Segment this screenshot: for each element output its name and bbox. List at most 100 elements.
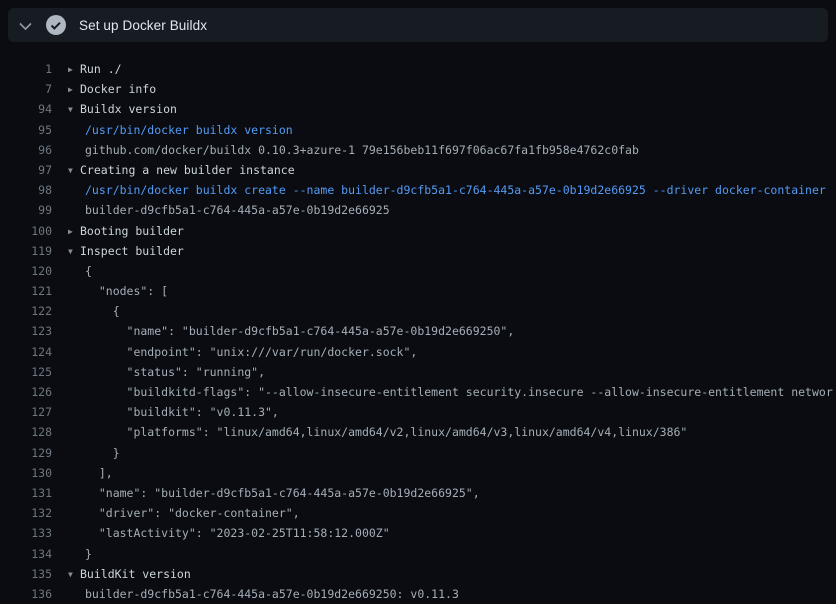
line-number[interactable]: 97	[0, 160, 52, 180]
line-body: }	[68, 544, 836, 564]
line-body: /usr/bin/docker buildx version	[68, 120, 836, 140]
output-text: builder-d9cfb5a1-c764-445a-a57e-0b19d2e6…	[85, 203, 390, 217]
line-body: ▼Creating a new builder instance	[68, 160, 836, 180]
log-line-row: 128 "platforms": "linux/amd64,linux/amd6…	[0, 422, 836, 442]
log-line-row: 127 "buildkit": "v0.11.3",	[0, 402, 836, 422]
line-number[interactable]: 98	[0, 180, 52, 200]
chevron-down-icon[interactable]: ▼	[68, 161, 80, 180]
group-label[interactable]: Docker info	[80, 82, 156, 96]
line-number[interactable]: 123	[0, 321, 52, 341]
output-text: github.com/docker/buildx 0.10.3+azure-1 …	[85, 143, 639, 157]
line-number[interactable]: 96	[0, 140, 52, 160]
line-number[interactable]: 124	[0, 342, 52, 362]
chevron-right-icon[interactable]: ▶	[68, 222, 80, 241]
line-body: /usr/bin/docker buildx create --name bui…	[68, 180, 836, 200]
line-body: builder-d9cfb5a1-c764-445a-a57e-0b19d2e6…	[68, 200, 836, 220]
line-body: "name": "builder-d9cfb5a1-c764-445a-a57e…	[68, 483, 836, 503]
line-number[interactable]: 135	[0, 564, 52, 584]
line-number[interactable]: 100	[0, 221, 52, 241]
line-body: "lastActivity": "2023-02-25T11:58:12.000…	[68, 523, 836, 543]
group-label[interactable]: Buildx version	[80, 102, 177, 116]
command-text: /usr/bin/docker buildx version	[85, 123, 293, 137]
output-text: }	[85, 547, 92, 561]
chevron-down-icon[interactable]: ▼	[68, 100, 80, 119]
log-group-row[interactable]: 7 ▶Docker info	[0, 79, 836, 99]
output-text: "endpoint": "unix:///var/run/docker.sock…	[85, 345, 417, 359]
line-body: ▼BuildKit version	[68, 564, 836, 584]
line-number[interactable]: 131	[0, 483, 52, 503]
line-number[interactable]: 134	[0, 544, 52, 564]
line-number[interactable]: 129	[0, 443, 52, 463]
output-text: "buildkit": "v0.11.3",	[85, 405, 279, 419]
log-line-row: 132 "driver": "docker-container",	[0, 503, 836, 523]
log-line-row: 136builder-d9cfb5a1-c764-445a-a57e-0b19d…	[0, 584, 836, 604]
output-text: ],	[85, 466, 113, 480]
line-body: github.com/docker/buildx 0.10.3+azure-1 …	[68, 140, 836, 160]
line-body: "nodes": [	[68, 281, 836, 301]
log-line-row: 124 "endpoint": "unix:///var/run/docker.…	[0, 342, 836, 362]
group-label[interactable]: Inspect builder	[80, 244, 184, 258]
line-number[interactable]: 122	[0, 301, 52, 321]
log-line-row: 134}	[0, 544, 836, 564]
line-number[interactable]: 7	[0, 79, 52, 99]
line-number[interactable]: 94	[0, 99, 52, 119]
log-group-row[interactable]: 135 ▼BuildKit version	[0, 564, 836, 584]
group-label[interactable]: Booting builder	[80, 224, 184, 238]
log-line-row: 96 github.com/docker/buildx 0.10.3+azure-…	[0, 140, 836, 160]
line-number[interactable]: 132	[0, 503, 52, 523]
log-line-row: 121 "nodes": [	[0, 281, 836, 301]
log-line-row: 99 builder-d9cfb5a1-c764-445a-a57e-0b19d2…	[0, 200, 836, 220]
chevron-down-icon[interactable]	[8, 21, 42, 30]
line-number[interactable]: 1	[0, 59, 52, 79]
log-line-row: 95/usr/bin/docker buildx version	[0, 120, 836, 140]
line-number[interactable]: 120	[0, 261, 52, 281]
output-text: }	[85, 446, 120, 460]
line-number[interactable]: 133	[0, 523, 52, 543]
group-label[interactable]: Creating a new builder instance	[80, 163, 295, 177]
line-body: "platforms": "linux/amd64,linux/amd64/v2…	[68, 422, 836, 442]
output-text: "status": "running",	[85, 365, 265, 379]
step-title: Set up Docker Buildx	[79, 18, 207, 33]
group-label[interactable]: Run ./	[80, 62, 122, 76]
line-number[interactable]: 121	[0, 281, 52, 301]
chevron-right-icon[interactable]: ▶	[68, 80, 80, 99]
line-number[interactable]: 125	[0, 362, 52, 382]
chevron-down-icon[interactable]: ▼	[68, 242, 80, 261]
line-body: ▼Inspect builder	[68, 241, 836, 261]
line-body: {	[68, 261, 836, 281]
line-body: "buildkitd-flags": "--allow-insecure-ent…	[68, 382, 836, 402]
log-line-row: 123 "name": "builder-d9cfb5a1-c764-445a-…	[0, 321, 836, 341]
group-label[interactable]: BuildKit version	[80, 567, 191, 581]
line-body: ],	[68, 463, 836, 483]
line-number[interactable]: 130	[0, 463, 52, 483]
output-text: {	[85, 264, 92, 278]
log-group-row[interactable]: 1 ▶Run ./	[0, 59, 836, 79]
log-group-row[interactable]: 94 ▼Buildx version	[0, 99, 836, 119]
log-group-row[interactable]: 97 ▼Creating a new builder instance	[0, 160, 836, 180]
step-header[interactable]: Set up Docker Buildx	[8, 8, 828, 42]
line-number[interactable]: 128	[0, 422, 52, 442]
line-number[interactable]: 99	[0, 200, 52, 220]
log-group-row[interactable]: 100 ▶Booting builder	[0, 221, 836, 241]
log-group-row[interactable]: 119 ▼Inspect builder	[0, 241, 836, 261]
line-number[interactable]: 126	[0, 382, 52, 402]
line-number[interactable]: 119	[0, 241, 52, 261]
log-line-row: 122 {	[0, 301, 836, 321]
log-line-row: 98/usr/bin/docker buildx create --name b…	[0, 180, 836, 200]
line-body: "driver": "docker-container",	[68, 503, 836, 523]
line-number[interactable]: 136	[0, 584, 52, 604]
output-text: "platforms": "linux/amd64,linux/amd64/v2…	[85, 425, 687, 439]
line-number[interactable]: 127	[0, 402, 52, 422]
log-line-row: 126 "buildkitd-flags": "--allow-insecure…	[0, 382, 836, 402]
output-text: "name": "builder-d9cfb5a1-c764-445a-a57e…	[85, 324, 514, 338]
chevron-right-icon[interactable]: ▶	[68, 60, 80, 79]
line-body: {	[68, 301, 836, 321]
output-text: "name": "builder-d9cfb5a1-c764-445a-a57e…	[85, 486, 480, 500]
line-body: ▶Run ./	[68, 59, 836, 79]
output-text: "driver": "docker-container",	[85, 506, 300, 520]
chevron-down-icon[interactable]: ▼	[68, 565, 80, 584]
log-line-row: 129 }	[0, 443, 836, 463]
command-text: /usr/bin/docker buildx create --name bui…	[85, 183, 826, 197]
line-number[interactable]: 95	[0, 120, 52, 140]
line-body: }	[68, 443, 836, 463]
